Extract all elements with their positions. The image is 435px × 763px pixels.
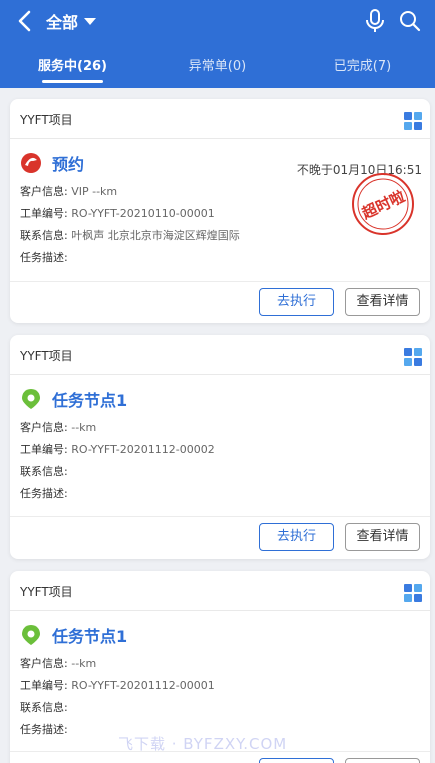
contact-label: 联系信息:	[20, 701, 68, 714]
contact-label: 联系信息:	[20, 229, 68, 242]
contact-value: 叶枫声 北京北京市海淀区辉煌国际	[71, 229, 240, 242]
task-title-row: 任务节点1	[20, 623, 127, 647]
apps-grid-icon[interactable]	[404, 348, 422, 366]
customer-value: --km	[71, 657, 97, 670]
view-details-button[interactable]: 查看详情	[345, 288, 420, 316]
order-label: 工单编号:	[20, 443, 68, 456]
page-title: 全部	[46, 13, 79, 32]
desc-label: 任务描述:	[20, 723, 68, 736]
apps-grid-icon[interactable]	[404, 584, 422, 602]
desc-label: 任务描述:	[20, 487, 68, 500]
task-name: 任务节点1	[52, 391, 128, 410]
customer-value: VIP --km	[71, 185, 118, 198]
customer-label: 客户信息:	[20, 185, 68, 198]
work-order-card[interactable]: YYFT项目 预约 不晚于01月10日16:51 客户信息: VIP --km …	[10, 99, 430, 323]
customer-value: --km	[71, 421, 97, 434]
task-name: 预约	[52, 155, 85, 174]
order-label: 工单编号:	[20, 679, 68, 692]
task-title-row: 预约	[20, 151, 84, 175]
order-value: RO-YYFT-20201112-00001	[71, 679, 215, 692]
card-header: YYFT项目	[10, 571, 430, 611]
execute-button[interactable]: 去执行	[259, 288, 334, 316]
desc-label: 任务描述:	[20, 251, 68, 264]
order-label: 工单编号:	[20, 207, 68, 220]
appointment-icon	[21, 153, 41, 173]
location-pin-icon	[22, 389, 40, 409]
card-header: YYFT项目	[10, 335, 430, 375]
location-pin-icon	[22, 625, 40, 645]
execute-button[interactable]	[259, 758, 334, 763]
watermark: 飞下载 · BYFZXY.COM	[118, 735, 288, 753]
tab-in-service[interactable]: 服务中(26)	[0, 54, 145, 88]
card-divider	[10, 516, 430, 517]
view-details-button[interactable]	[345, 758, 420, 763]
task-name: 任务节点1	[52, 627, 128, 646]
tab-completed[interactable]: 已完成(7)	[290, 54, 435, 88]
caret-down-icon	[84, 17, 97, 25]
project-name: YYFT项目	[20, 349, 73, 363]
project-name: YYFT项目	[20, 113, 73, 127]
customer-label: 客户信息:	[20, 421, 68, 434]
tab-exception[interactable]: 异常单(0)	[145, 54, 290, 88]
task-title-row: 任务节点1	[20, 387, 127, 411]
overdue-stamp: 超时啦	[352, 173, 414, 235]
view-details-button[interactable]: 查看详情	[345, 523, 420, 551]
info-block: 客户信息: --km 工单编号: RO-YYFT-20201112-00001 …	[20, 653, 215, 741]
status-tabs: 服务中(26) 异常单(0) 已完成(7)	[0, 54, 435, 88]
back-arrow-icon[interactable]	[14, 9, 38, 33]
order-value: RO-YYFT-20201112-00002	[71, 443, 215, 456]
stamp-text: 超时啦	[358, 187, 407, 223]
info-block: 客户信息: VIP --km 工单编号: RO-YYFT-20210110-00…	[20, 181, 240, 269]
info-block: 客户信息: --km 工单编号: RO-YYFT-20201112-00002 …	[20, 417, 215, 505]
execute-button[interactable]: 去执行	[259, 523, 334, 551]
app-header: 全部 服务中(26) 异常单(0) 已完成(7)	[0, 0, 435, 88]
customer-label: 客户信息:	[20, 657, 68, 670]
search-icon[interactable]	[398, 9, 422, 33]
contact-label: 联系信息:	[20, 465, 68, 478]
card-divider	[10, 281, 430, 282]
order-value: RO-YYFT-20210110-00001	[71, 207, 215, 220]
project-name: YYFT项目	[20, 585, 73, 599]
card-header: YYFT项目	[10, 99, 430, 139]
apps-grid-icon[interactable]	[404, 112, 422, 130]
microphone-icon[interactable]	[364, 8, 386, 34]
work-order-card[interactable]: YYFT项目 任务节点1 客户信息: --km 工单编号: RO-YYFT-20…	[10, 335, 430, 559]
filter-dropdown[interactable]: 全部	[46, 9, 97, 33]
